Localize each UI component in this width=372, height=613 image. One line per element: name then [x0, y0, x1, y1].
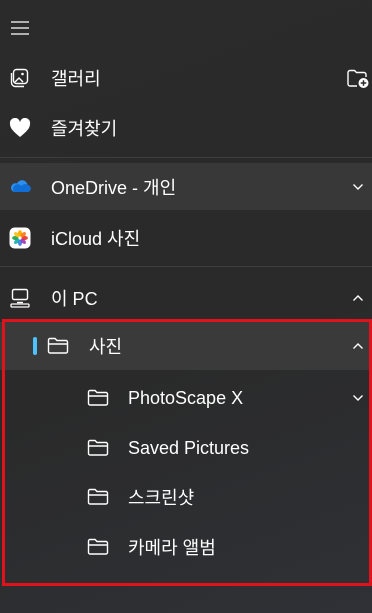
pc-icon [10, 288, 30, 308]
sidebar-item-onedrive[interactable]: OneDrive - 개인 [0, 163, 372, 210]
add-folder-button[interactable] [345, 66, 371, 90]
add-folder-icon [347, 69, 369, 88]
sidebar-item-this-pc[interactable]: 이 PC [0, 273, 372, 323]
collapse-button[interactable] [352, 292, 364, 304]
gallery-icon [10, 68, 29, 88]
sidebar-item-label: 이 PC [51, 289, 98, 309]
sidebar-item-label: 즐겨찾기 [51, 119, 118, 139]
divider [0, 157, 372, 158]
chevron-up-icon [353, 295, 363, 301]
hamburger-icon [11, 21, 29, 35]
cloud-icon [10, 180, 31, 193]
sidebar-item-label: 갤러리 [51, 69, 101, 89]
chevron-down-icon [353, 184, 363, 190]
hamburger-menu-button[interactable] [8, 17, 32, 39]
expand-button[interactable] [352, 181, 364, 193]
sidebar-item-gallery[interactable]: 갤러리 [0, 53, 372, 103]
icloud-photos-icon [9, 227, 31, 249]
sidebar-item-icloud-photos[interactable]: iCloud 사진 [0, 213, 372, 263]
sidebar-item-label: OneDrive - 개인 [51, 177, 177, 198]
heart-icon [9, 118, 31, 137]
divider [0, 266, 372, 267]
sidebar-item-favorites[interactable]: 즐겨찾기 [0, 103, 372, 153]
highlight-box [2, 319, 372, 586]
sidebar-item-label: iCloud 사진 [51, 229, 141, 249]
